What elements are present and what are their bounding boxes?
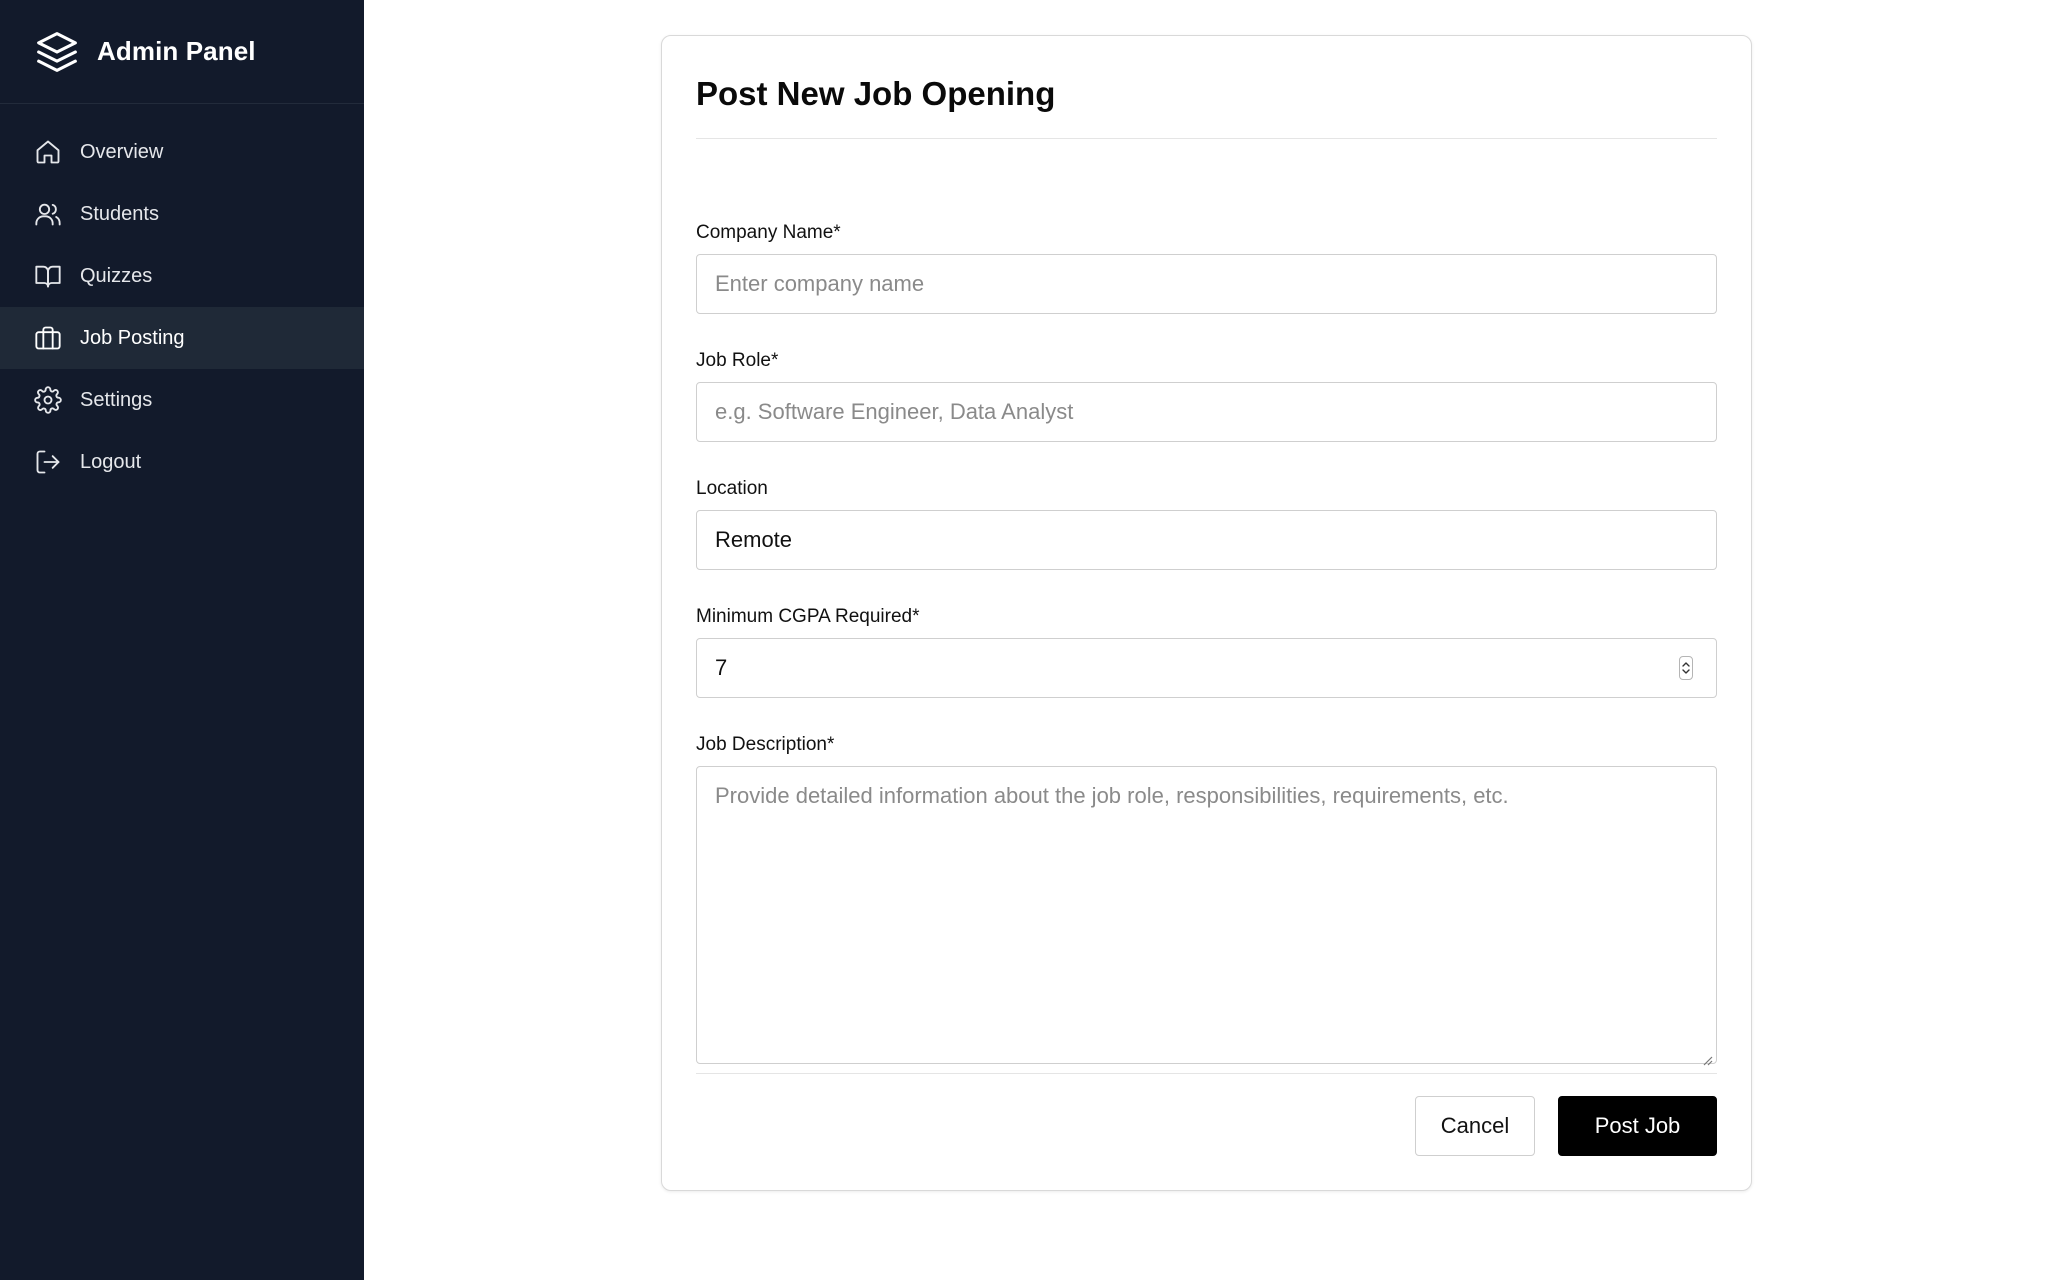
company-name-label: Company Name* xyxy=(696,222,841,243)
company-name-input[interactable] xyxy=(696,254,1717,314)
sidebar-item-label: Overview xyxy=(80,140,164,163)
cgpa-input[interactable] xyxy=(696,638,1717,698)
resize-handle-icon[interactable] xyxy=(1701,1053,1713,1066)
sidebar-item-label: Settings xyxy=(80,388,153,411)
app-root: Admin Panel Overview Students Quizzes Jo… xyxy=(0,0,2048,1280)
number-stepper-icon[interactable] xyxy=(1679,656,1693,680)
job-role-label: Job Role* xyxy=(696,350,779,371)
cgpa-label: Minimum CGPA Required* xyxy=(696,606,920,627)
sidebar-item-label: Logout xyxy=(80,450,142,473)
layers-icon xyxy=(34,29,80,75)
job-description-wrapper xyxy=(696,766,1717,1069)
logout-icon xyxy=(34,448,62,476)
briefcase-icon xyxy=(34,324,62,352)
job-form-card: Post New Job Opening Company Name* Job R… xyxy=(661,35,1752,1191)
job-description-field-group: Job Description* xyxy=(696,734,1717,1069)
sidebar-nav: Overview Students Quizzes Job Posting Se… xyxy=(0,121,364,493)
sidebar-item-logout[interactable]: Logout xyxy=(0,431,364,493)
gear-icon xyxy=(34,386,62,414)
location-label: Location xyxy=(696,478,768,499)
location-field-group: Location xyxy=(696,478,1717,570)
sidebar-item-job-posting[interactable]: Job Posting xyxy=(0,307,364,369)
sidebar-item-settings[interactable]: Settings xyxy=(0,369,364,431)
home-icon xyxy=(34,138,62,166)
sidebar-item-label: Quizzes xyxy=(80,264,153,287)
main-content: Post New Job Opening Company Name* Job R… xyxy=(364,0,2048,1280)
job-description-label: Job Description* xyxy=(696,734,835,755)
sidebar-item-students[interactable]: Students xyxy=(0,183,364,245)
form-footer-divider xyxy=(696,1073,1717,1074)
job-role-input[interactable] xyxy=(696,382,1717,442)
cancel-button[interactable]: Cancel xyxy=(1415,1096,1535,1156)
sidebar-item-quizzes[interactable]: Quizzes xyxy=(0,245,364,307)
sidebar-item-overview[interactable]: Overview xyxy=(0,121,364,183)
book-open-icon xyxy=(34,262,62,290)
cgpa-input-wrapper xyxy=(696,638,1717,698)
users-icon xyxy=(34,200,62,228)
job-role-field-group: Job Role* xyxy=(696,350,1717,442)
location-input[interactable] xyxy=(696,510,1717,570)
company-name-field-group: Company Name* xyxy=(696,222,1717,314)
cgpa-field-group: Minimum CGPA Required* xyxy=(696,606,1717,698)
app-title: Admin Panel xyxy=(97,36,256,66)
page-title: Post New Job Opening xyxy=(696,36,1717,139)
sidebar-item-label: Job Posting xyxy=(80,326,185,349)
sidebar: Admin Panel Overview Students Quizzes Jo… xyxy=(0,0,364,1280)
job-description-textarea[interactable] xyxy=(696,766,1717,1064)
post-job-button[interactable]: Post Job xyxy=(1558,1096,1717,1156)
brand: Admin Panel xyxy=(0,0,364,104)
sidebar-item-label: Students xyxy=(80,202,159,225)
